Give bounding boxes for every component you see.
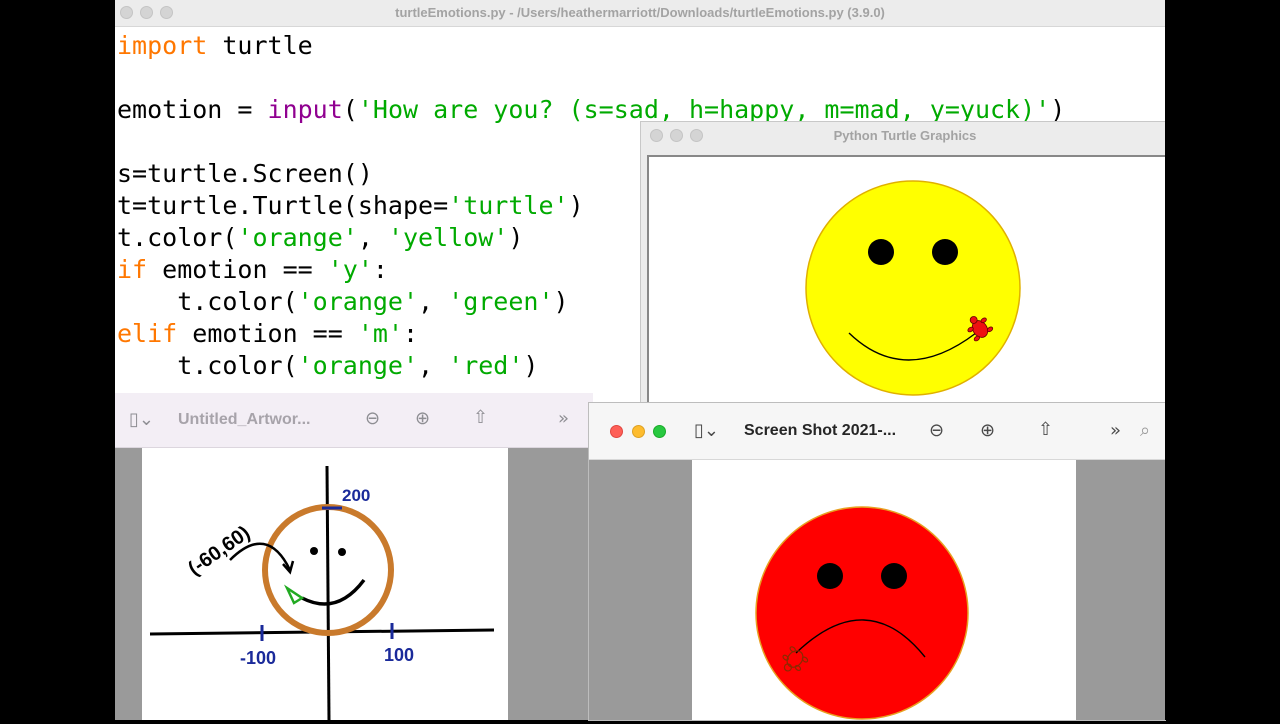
zoom-button[interactable] — [653, 425, 666, 438]
minimize-button[interactable] — [632, 425, 645, 438]
code-token: input — [267, 95, 343, 124]
code-token: t.color( — [117, 223, 238, 252]
code-token: 'orange' — [297, 351, 419, 380]
label-200: 200 — [342, 486, 370, 505]
close-button[interactable] — [610, 425, 623, 438]
sketch-turtle-icon — [283, 584, 305, 605]
document-title: Screen Shot 2021-... — [744, 422, 897, 439]
sketch-left-eye — [310, 547, 318, 555]
code-token: import — [117, 31, 208, 60]
preview-window-artwork: ▯⌄ Untitled_Artwor... ⊖ ⊕ ⇧ » 200 -100 1… — [115, 393, 593, 721]
code-token: 'orange' — [297, 287, 419, 316]
label-100: 100 — [384, 645, 414, 665]
label-neg100: -100 — [240, 648, 276, 668]
zoom-out-icon[interactable]: ⊖ — [365, 408, 380, 429]
label-point: (-60,60) — [184, 522, 254, 580]
code-token: t=turtle.Turtle(shape= — [117, 191, 449, 220]
code-token: t.color( — [117, 287, 298, 316]
code-token: turtle — [207, 31, 313, 60]
code-token: 'turtle' — [448, 191, 569, 220]
search-icon[interactable]: ⌕ — [1140, 420, 1150, 441]
left-eye — [817, 563, 843, 589]
code-token: ) — [1050, 95, 1066, 124]
turtle-window-title: Python Turtle Graphics — [833, 128, 977, 143]
right-eye — [932, 239, 958, 265]
letterbox-right — [1165, 0, 1280, 720]
sketch-right-eye — [338, 548, 346, 556]
code-token: ) — [553, 287, 569, 316]
screenshot-page — [692, 460, 1076, 720]
artwork-page: 200 -100 100 (-60,60) — [142, 448, 508, 721]
code-token: elif — [117, 319, 178, 348]
zoom-out-icon[interactable]: ⊖ — [929, 420, 944, 441]
editor-title: turtleEmotions.py - /Users/heathermarrio… — [395, 5, 885, 20]
sidebar-icon[interactable]: ▯⌄ — [694, 420, 719, 441]
document-title: Untitled_Artwor... — [178, 411, 311, 428]
code-token: emotion == — [147, 255, 328, 284]
zoom-in-icon[interactable]: ⊕ — [415, 408, 430, 429]
code-line[interactable]: import turtle — [117, 30, 1065, 62]
more-icon[interactable]: » — [558, 408, 569, 429]
code-token: s=turtle.Screen() — [117, 159, 373, 188]
code-token: if — [117, 255, 148, 284]
sad-face-drawing — [755, 506, 969, 720]
code-token: 'yellow' — [387, 223, 509, 252]
code-line[interactable] — [117, 62, 1065, 94]
sketch-smile — [301, 578, 366, 606]
left-eye — [868, 239, 894, 265]
more-icon[interactable]: » — [1110, 420, 1121, 441]
turtle-graphics-window: Python Turtle Graphics — [640, 121, 1187, 415]
preview-window-screenshot: ▯⌄ Screen Shot 2021-... ⊖ ⊕ ⇧ » ⌕ — [589, 403, 1165, 720]
code-token: emotion == — [177, 319, 358, 348]
code-token: ) — [568, 191, 584, 220]
code-token: , — [357, 223, 388, 252]
preview-toolbar: ▯⌄ Untitled_Artwor... ⊖ ⊕ ⇧ » — [115, 393, 593, 448]
code-token: 'orange' — [237, 223, 358, 252]
happy-face-drawing — [805, 180, 1021, 396]
code-token: t.color( — [117, 351, 298, 380]
code-token: , — [418, 351, 449, 380]
right-eye — [881, 563, 907, 589]
code-token: , — [418, 287, 449, 316]
zoom-in-icon[interactable]: ⊕ — [980, 420, 995, 441]
code-token: 'How are you? (s=sad, h=happy, m=mad, y=… — [357, 95, 1051, 124]
code-token: emotion = — [117, 95, 268, 124]
share-icon[interactable]: ⇧ — [1038, 419, 1053, 440]
code-token: ) — [523, 351, 539, 380]
sidebar-icon[interactable]: ▯⌄ — [129, 409, 154, 430]
face-circle — [755, 506, 969, 720]
code-token: ( — [342, 95, 358, 124]
code-token: 'green' — [448, 287, 554, 316]
coordinate-sketch: 200 -100 100 (-60,60) — [149, 465, 495, 721]
share-icon[interactable]: ⇧ — [473, 407, 488, 428]
code-token: : — [403, 319, 419, 348]
code-token: 'y' — [327, 255, 373, 284]
code-token: ) — [508, 223, 524, 252]
preview-toolbar: ▯⌄ Screen Shot 2021-... ⊖ ⊕ ⇧ » ⌕ — [589, 403, 1165, 460]
turtle-canvas[interactable] — [647, 155, 1187, 415]
face-circle — [805, 180, 1021, 396]
code-token: 'm' — [357, 319, 403, 348]
code-token: : — [372, 255, 388, 284]
code-token: 'red' — [448, 351, 524, 380]
editor-titlebar: turtleEmotions.py - /Users/heathermarrio… — [115, 0, 1165, 27]
